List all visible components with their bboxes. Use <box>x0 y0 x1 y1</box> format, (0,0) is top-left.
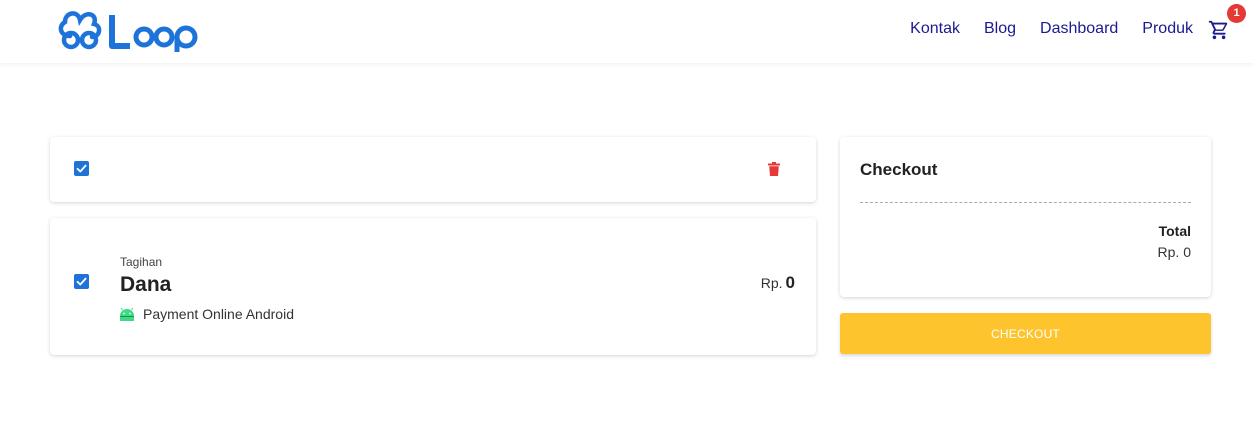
item-price-prefix: Rp. <box>760 275 783 291</box>
loop-logo-icon <box>58 11 198 52</box>
item-checkbox[interactable] <box>74 274 89 289</box>
checkmark-icon <box>76 164 87 173</box>
shopping-cart-icon <box>1208 20 1228 40</box>
cart-item-card: Tagihan Dana Payment Online Android Rp. 0 <box>50 218 816 355</box>
delete-selected-button[interactable] <box>768 162 780 181</box>
item-name: Dana <box>120 273 172 296</box>
main-nav: Kontak Blog Dashboard Produk <box>910 18 1193 40</box>
nav-link-blog[interactable]: Blog <box>984 18 1016 40</box>
item-category: Tagihan <box>120 255 163 269</box>
navbar: Kontak Blog Dashboard Produk 1 <box>0 0 1254 63</box>
android-icon <box>120 307 134 321</box>
select-all-checkbox[interactable] <box>74 161 89 176</box>
total-value: Rp. 0 <box>1157 244 1191 260</box>
checkout-button[interactable]: CHECKOUT <box>840 313 1211 354</box>
trash-icon <box>768 162 780 176</box>
nav-link-produk[interactable]: Produk <box>1142 18 1193 40</box>
loop-logo[interactable] <box>56 6 206 52</box>
total-label: Total <box>1158 223 1191 239</box>
checkmark-icon <box>76 277 87 286</box>
cart-button[interactable] <box>1208 19 1230 41</box>
item-platform-label: Payment Online Android <box>143 306 294 322</box>
item-price: Rp. 0 <box>761 273 795 293</box>
checkout-summary-card: Checkout Total Rp. 0 <box>840 137 1211 297</box>
item-price-amount: 0 <box>785 273 795 292</box>
nav-link-dashboard[interactable]: Dashboard <box>1040 18 1118 40</box>
checkout-divider <box>860 202 1191 203</box>
item-platform: Payment Online Android <box>119 306 294 322</box>
checkout-title: Checkout <box>860 160 938 179</box>
cart-count-badge: 1 <box>1227 4 1246 23</box>
nav-link-kontak[interactable]: Kontak <box>910 18 960 40</box>
select-all-card <box>50 137 816 202</box>
